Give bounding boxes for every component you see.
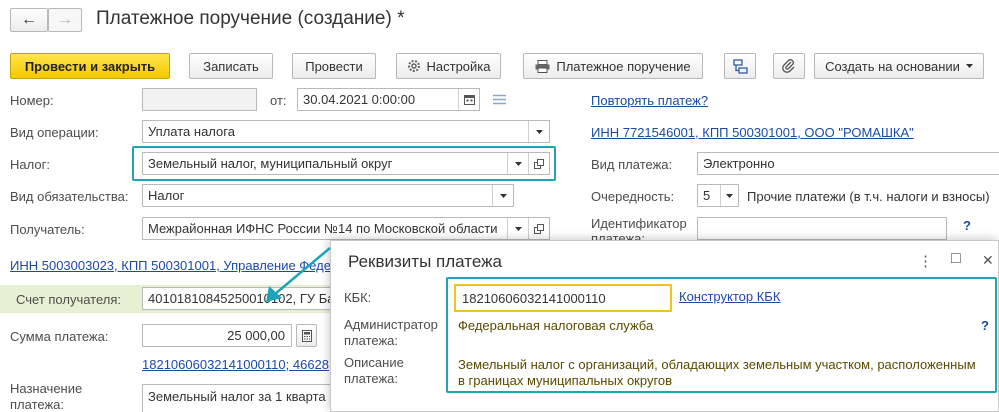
annotation-arrow [266,247,331,302]
